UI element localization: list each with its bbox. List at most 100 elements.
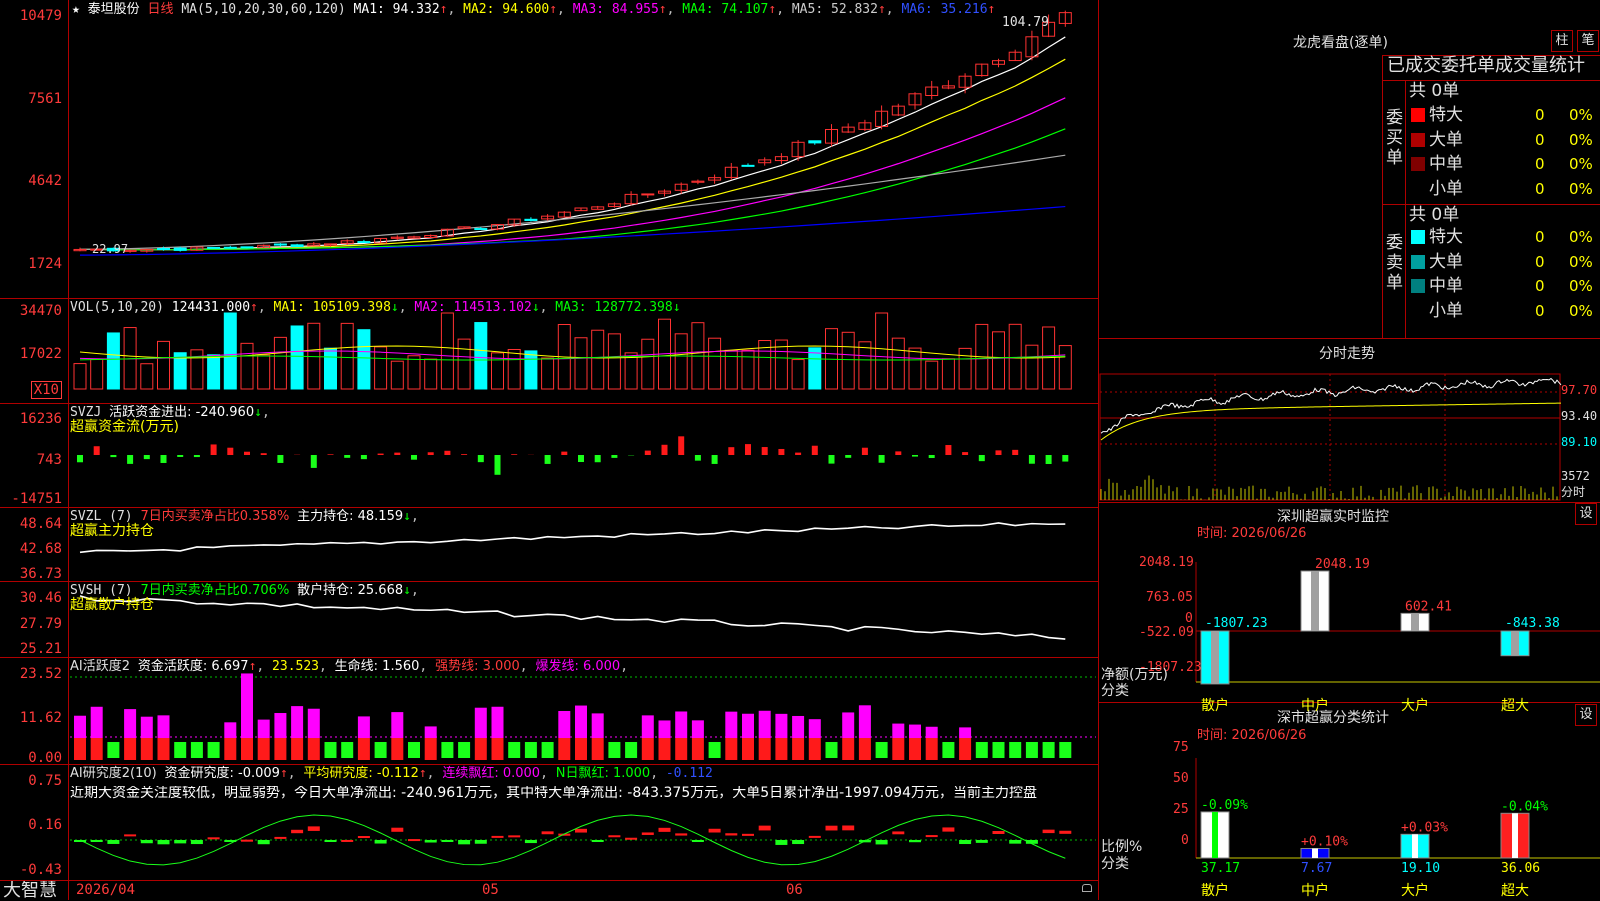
volume-bar — [107, 333, 119, 389]
monitor-settings-button[interactable]: 设 — [1575, 503, 1597, 525]
sell-color-swatch — [1411, 304, 1425, 318]
fenshi-axis-label: 89.10 — [1561, 435, 1597, 450]
candle-body — [358, 242, 370, 243]
candle-body — [291, 245, 303, 247]
buy-row-count: 0 — [1535, 153, 1545, 175]
ai-activity-base — [391, 738, 403, 760]
fenshi-axis-label: 3572 — [1561, 469, 1590, 484]
monitor-title: 深圳超赢实时监控 — [1277, 506, 1389, 526]
ai-activity-bar — [876, 742, 888, 758]
classify-axis-label: 25 — [1173, 802, 1189, 817]
ai-activity-bar — [592, 713, 604, 738]
volume-bar — [792, 360, 804, 389]
ai2-research: 资金研究度: -0.009 — [165, 766, 280, 781]
ai-activity-bar — [1026, 742, 1038, 758]
ai1-v2: 23.523 — [272, 659, 319, 674]
volume-bar — [408, 356, 420, 389]
ai-research-bar — [775, 840, 787, 845]
volume-bar — [1009, 324, 1021, 389]
ai-research-bar — [642, 832, 654, 835]
svzj-title: 活跃资金进出: -240.960 — [109, 405, 254, 420]
ai-activity-bar — [241, 673, 253, 738]
ma5-value: MA5: 52.832 — [792, 2, 878, 17]
date-label: 2026/04 — [76, 883, 135, 898]
candle-body — [642, 194, 654, 195]
sell-color-swatch — [1411, 279, 1425, 293]
volume-bar — [458, 339, 470, 389]
ai-activity-bar — [993, 742, 1005, 758]
low-price-label: 22.97 — [92, 242, 128, 257]
candle-body — [208, 247, 220, 248]
ai-activity-base — [558, 738, 570, 760]
sell-row-name: 大单 — [1429, 251, 1463, 273]
svzj-bar — [645, 451, 651, 455]
classify-axis-label: 75 — [1173, 740, 1189, 755]
ai-activity-base — [258, 738, 270, 760]
buy-color-swatch — [1411, 182, 1425, 196]
ma4-value: MA4: 74.107 — [682, 2, 768, 17]
volume-bar — [625, 353, 637, 389]
svzj-bar — [461, 454, 467, 455]
kline-chart[interactable] — [0, 0, 1100, 900]
ai-activity-bar — [308, 709, 320, 738]
ai-activity-base — [959, 738, 971, 760]
ai-activity-bar — [976, 742, 988, 758]
buy-row-pct: 0% — [1569, 104, 1593, 126]
monitor-axis-label: 763.05 — [1146, 590, 1193, 605]
lock-icon[interactable] — [1082, 884, 1092, 892]
svzj-bar — [328, 454, 334, 455]
favorite-star-icon[interactable]: ★ — [72, 2, 80, 17]
fenshi-axis-label: 分时 — [1561, 485, 1585, 500]
ai-activity-bar — [1009, 742, 1021, 758]
ai-research-bar — [675, 833, 687, 835]
svzj-bar — [177, 455, 183, 457]
ma-line — [80, 155, 1065, 249]
svzj-bar — [912, 455, 918, 457]
stock-name[interactable]: 泰坦股份 — [88, 2, 140, 17]
ai-activity-base — [241, 738, 253, 760]
bar-view-button[interactable]: 柱 — [1551, 30, 1573, 52]
volume-bar — [224, 313, 236, 389]
tick-view-button[interactable]: 笔 — [1577, 30, 1599, 52]
ai-activity-base — [91, 738, 103, 760]
ma6-value: MA6: 35.216 — [901, 2, 987, 17]
ai-research-bar — [107, 840, 119, 844]
ai-research-bar — [575, 829, 587, 833]
ai-activity-bar — [926, 727, 938, 738]
candle-body — [241, 247, 253, 248]
buy-side-label: 委买单 — [1386, 108, 1404, 168]
svzj-bar — [862, 448, 868, 455]
pane-border — [68, 0, 69, 900]
svsh-ratio: 7日内买卖净占比0.706% — [140, 583, 289, 598]
ai-research-bar — [375, 840, 387, 844]
svzj-bar — [1046, 455, 1052, 464]
ai-research-bar — [909, 840, 921, 842]
ai-activity-bar — [575, 706, 587, 738]
lhb-title: 龙虎看盘(逐单) — [1293, 32, 1388, 52]
vol-params: VOL(5,10,20) — [70, 300, 164, 315]
ai-research-bar — [1009, 840, 1021, 844]
ai-activity-base — [74, 738, 86, 760]
candle-body — [158, 249, 170, 250]
volume-bar — [208, 355, 220, 389]
date-label: 06 — [786, 883, 803, 898]
volume-bar — [525, 351, 537, 389]
ai-activity-base — [575, 738, 587, 760]
ai-activity-base — [358, 738, 370, 760]
volume-bar — [158, 341, 170, 389]
classify-settings-button[interactable]: 设 — [1575, 704, 1597, 726]
ai-research-bar — [592, 840, 604, 842]
ai-activity-bar — [1043, 742, 1055, 758]
period-label[interactable]: 日线 — [148, 2, 174, 17]
volume-bar — [358, 330, 370, 389]
ai-activity-bar — [508, 742, 520, 758]
sell-row-count: 0 — [1535, 275, 1545, 297]
ai-research-bar — [742, 834, 754, 836]
svzj-bar — [378, 454, 384, 455]
volume-bar — [742, 350, 754, 389]
ai-research-bar — [274, 837, 286, 839]
ai-activity-bar — [792, 716, 804, 738]
svzj-bar — [778, 449, 784, 455]
volume-bar — [1059, 346, 1071, 389]
ai-activity-bar — [274, 713, 286, 738]
